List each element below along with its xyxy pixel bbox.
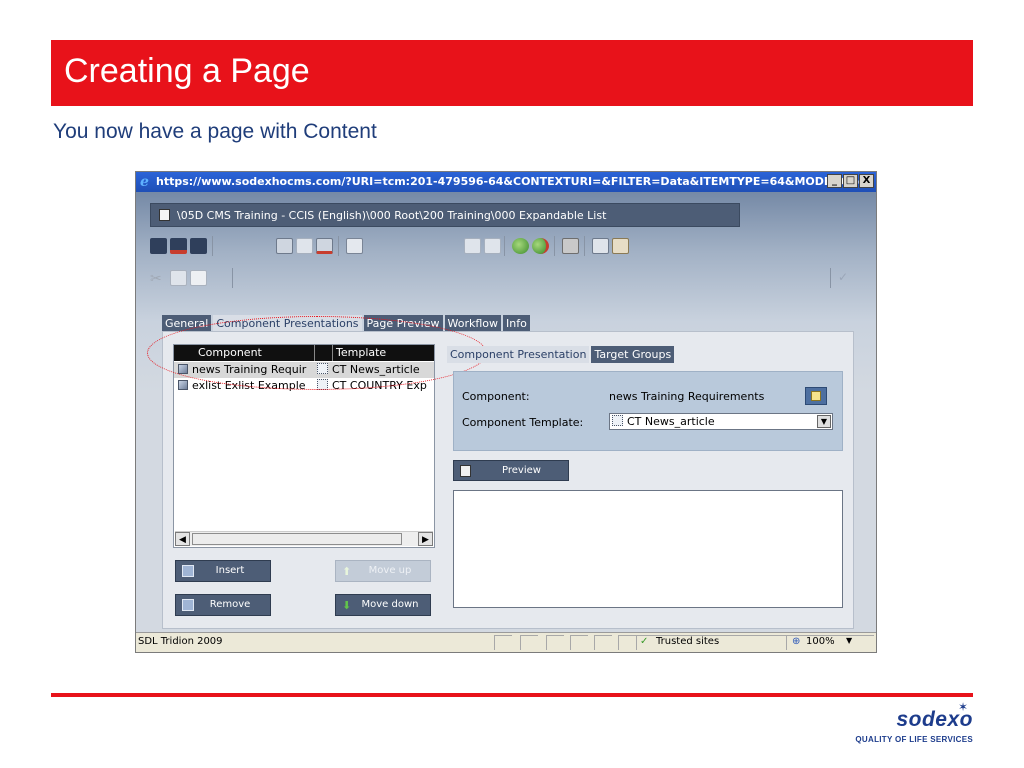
toolbar-separator — [212, 236, 213, 256]
preview-button[interactable]: Preview — [453, 460, 569, 481]
publish-icon[interactable] — [512, 238, 529, 254]
zoom-level[interactable]: 100% — [806, 636, 835, 647]
toolbar-separator — [504, 236, 505, 256]
edit-component-button[interactable] — [805, 387, 827, 405]
scroll-right-button[interactable]: ▶ — [418, 532, 433, 546]
tab-component-presentation[interactable]: Component Presentation — [447, 346, 590, 363]
status-bar: SDL Tridion 2009 ✓ Trusted sites ⊕ 100% … — [136, 632, 876, 652]
component-label: Component: — [462, 390, 530, 403]
save-close-icon[interactable] — [170, 238, 187, 254]
zone-label: Trusted sites — [656, 636, 720, 647]
localize-icon[interactable] — [276, 238, 293, 254]
sodexo-logo: sodexo — [896, 708, 973, 731]
zoom-icon: ⊕ — [792, 636, 801, 647]
unlocalize-icon[interactable] — [296, 238, 313, 254]
insert-button[interactable]: Insert — [175, 560, 271, 582]
tab-target-groups[interactable]: Target Groups — [591, 346, 675, 363]
component-form: Component: news Training Requirements Co… — [453, 371, 843, 451]
cut-icon[interactable]: ✂ — [150, 270, 167, 286]
logo-tagline: QUALITY OF LIFE SERVICES — [855, 735, 973, 744]
status-pane — [594, 635, 612, 650]
copy-item-icon[interactable] — [346, 238, 363, 254]
remove-button[interactable]: Remove — [175, 594, 271, 616]
status-text: SDL Tridion 2009 — [138, 636, 223, 647]
toolbar-separator — [338, 236, 339, 256]
status-pane — [494, 635, 512, 650]
page-icon — [159, 209, 170, 221]
browser-window: e https://www.sodexhocms.com/?URI=tcm:20… — [135, 171, 877, 653]
copy-icon[interactable] — [170, 270, 187, 286]
highlight-ellipse — [147, 316, 487, 390]
main-toolbar — [148, 236, 868, 256]
footer-rule — [51, 693, 973, 697]
window-controls: _ □ X — [827, 174, 874, 188]
window-title-bar: e https://www.sodexhocms.com/?URI=tcm:20… — [136, 172, 876, 192]
minimize-button[interactable]: _ — [827, 174, 842, 188]
move-down-button[interactable]: ⬇ Move down — [335, 594, 431, 616]
status-pane — [570, 635, 588, 650]
component-value: news Training Requirements — [609, 390, 765, 403]
status-pane — [520, 635, 538, 650]
maximize-button[interactable]: □ — [843, 174, 858, 188]
scroll-thumb[interactable] — [192, 533, 402, 545]
ie-logo-icon: e — [140, 174, 149, 190]
component-presentations-panel: Component Template news Training Requir … — [147, 316, 854, 629]
toolbar-separator — [232, 268, 233, 288]
component-icon — [178, 380, 188, 390]
breadcrumb-path: \05D CMS Training - CCIS (English)\000 R… — [177, 209, 607, 222]
edit-icon — [811, 391, 821, 401]
tab-info[interactable]: Info — [503, 315, 530, 332]
toolbar-separator — [830, 268, 831, 288]
component-template-select[interactable]: CT News_article ▼ — [609, 413, 833, 430]
tab-workflow[interactable]: Workflow — [444, 315, 502, 332]
template-label: Component Template: — [462, 416, 584, 429]
toolbar-separator — [584, 236, 585, 256]
status-pane — [618, 635, 636, 650]
spellcheck-icon[interactable]: ✓ — [838, 270, 855, 286]
scroll-left-button[interactable]: ◀ — [175, 532, 190, 546]
check-in-icon[interactable] — [484, 238, 501, 254]
preview-icon — [460, 465, 471, 477]
detail-tabs: Component Presentation Target Groups — [447, 346, 676, 363]
status-pane — [546, 635, 564, 650]
preview-icon[interactable] — [592, 238, 609, 254]
move-up-button[interactable]: ⬆ Move up — [335, 560, 431, 582]
slide-title-bar: Creating a Page — [51, 40, 973, 106]
chevron-down-icon[interactable]: ▼ — [817, 415, 831, 428]
paste-icon[interactable] — [190, 270, 207, 286]
edit-toolbar: ✂ ✓ — [148, 268, 868, 290]
window-title: https://www.sodexhocms.com/?URI=tcm:201-… — [156, 175, 876, 188]
breadcrumb: \05D CMS Training - CCIS (English)\000 R… — [150, 203, 740, 227]
slide-subtitle: You now have a page with Content — [53, 120, 377, 143]
zoom-dropdown-icon[interactable]: ▼ — [846, 636, 852, 645]
checkmark-icon: ✓ — [640, 636, 649, 647]
close-button[interactable]: X — [859, 174, 874, 188]
workflow-icon[interactable] — [612, 238, 629, 254]
app-body: \05D CMS Training - CCIS (English)\000 R… — [136, 192, 876, 632]
save-icon[interactable] — [150, 238, 167, 254]
template-selected-value: CT News_article — [627, 415, 715, 428]
toolbar-separator — [554, 236, 555, 256]
check-out-icon[interactable] — [464, 238, 481, 254]
preview-area — [453, 490, 843, 608]
unpublish-icon[interactable] — [532, 238, 549, 254]
save-new-icon[interactable] — [190, 238, 207, 254]
slide-title: Creating a Page — [64, 52, 310, 90]
go-to-parent-icon[interactable] — [316, 238, 333, 254]
where-used-icon[interactable] — [562, 238, 579, 254]
template-icon — [612, 415, 623, 426]
horizontal-scrollbar[interactable]: ◀ ▶ — [175, 531, 433, 546]
